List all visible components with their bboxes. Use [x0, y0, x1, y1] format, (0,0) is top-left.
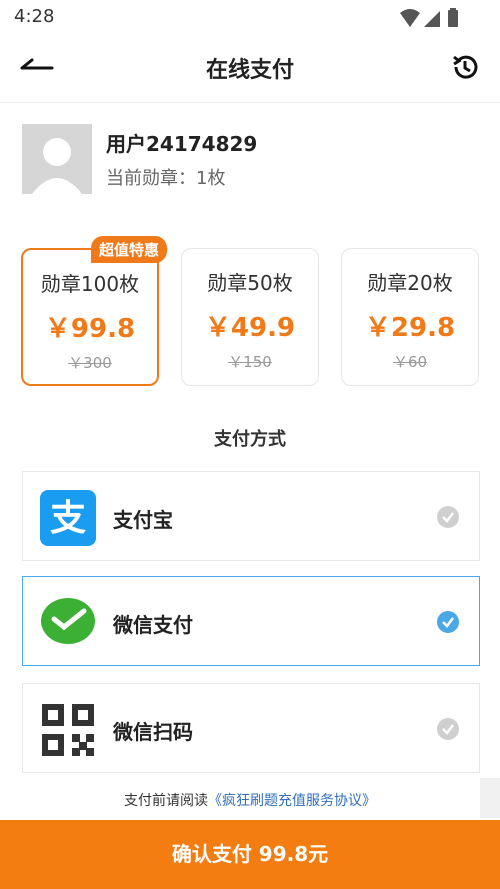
wechat-pay-icon: [40, 595, 96, 651]
package-card-100[interactable]: 超值特惠 勋章100枚 ￥99.8 ￥300: [21, 236, 168, 386]
history-button[interactable]: [450, 52, 480, 82]
user-badge-count: 当前勋章：1枚: [106, 168, 226, 189]
qr-code-icon: [40, 702, 96, 758]
check-icon[interactable]: [437, 506, 459, 528]
page-title: 在线支付: [205, 58, 294, 83]
package-original-price: ￥300: [68, 354, 112, 372]
agreement-link[interactable]: 《疯狂刷题充值服务协议》: [208, 793, 376, 809]
status-time: 4:28: [14, 6, 55, 27]
package-price: ￥99.8: [44, 314, 136, 344]
package-price: ￥49.9: [204, 313, 296, 343]
payment-method-title: 支付方式: [214, 429, 286, 450]
package-original-price: ￥150: [228, 353, 272, 371]
payment-label: 微信支付: [113, 613, 193, 637]
payment-option-alipay[interactable]: 支 支付宝: [22, 471, 480, 561]
payment-label: 支付宝: [113, 508, 173, 532]
confirm-pay-button[interactable]: 确认支付 99.8元: [0, 820, 500, 889]
agreement-prefix: 支付前请阅读: [124, 793, 208, 809]
payment-label: 微信扫码: [113, 720, 193, 744]
package-name: 勋章20枚: [367, 271, 453, 295]
history-icon: [453, 55, 478, 79]
signal-icon: [424, 11, 440, 27]
check-icon[interactable]: [437, 718, 459, 740]
promo-tag: 超值特惠: [91, 236, 168, 263]
alipay-icon: 支: [40, 490, 96, 546]
payment-option-wechat-pay[interactable]: 微信支付: [22, 576, 480, 666]
package-name: 勋章100枚: [40, 272, 140, 296]
status-bar: 4:28: [0, 0, 500, 34]
wifi-icon: [400, 9, 420, 27]
package-card-50[interactable]: 勋章50枚 ￥49.9 ￥150: [181, 248, 319, 386]
package-card-20[interactable]: 勋章20枚 ￥29.8 ￥60: [341, 248, 479, 386]
avatar: [22, 124, 92, 194]
package-original-price: ￥60: [392, 353, 428, 371]
package-price: ￥29.8: [364, 313, 456, 343]
package-name: 勋章50枚: [207, 271, 293, 295]
payment-option-wechat-scan[interactable]: 微信扫码: [22, 683, 480, 773]
scrollbar[interactable]: [480, 778, 500, 818]
header: 在线支付: [0, 34, 500, 103]
user-name: 用户24174829: [106, 132, 258, 156]
check-icon[interactable]: [437, 611, 459, 633]
svg-text:支: 支: [50, 498, 86, 539]
status-icons: [398, 7, 468, 33]
default-avatar-icon: [32, 138, 82, 194]
agreement-notice: 支付前请阅读《疯狂刷题充值服务协议》: [0, 790, 500, 810]
battery-icon: [448, 10, 458, 27]
